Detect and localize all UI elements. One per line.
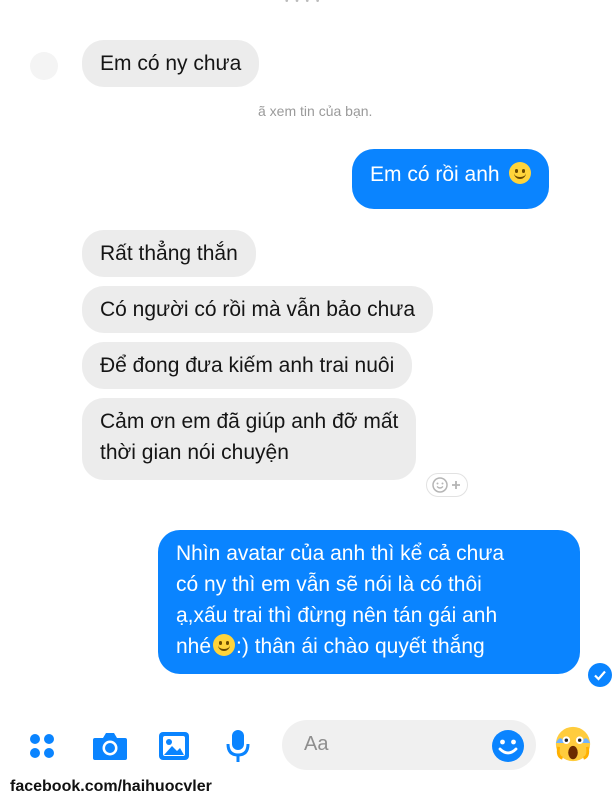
scream-emoji-icon[interactable] [553,724,593,764]
delivered-check-icon [588,663,612,687]
message-text: Để đong đưa kiếm anh trai nuôi [100,354,395,377]
message-text: Rất thẳng thắn [100,242,238,265]
seen-status: ã xem tin của bạn. [258,103,373,119]
message-incoming-5[interactable]: Cảm ơn em đã giúp anh đỡ mất thời gian n… [82,398,417,480]
message-text-line: thời gian nói chuyện [100,441,289,464]
message-incoming-2[interactable]: Rất thẳng thắn [82,230,256,277]
message-text-line: Nhìn avatar của anh thì kể cả chưa [176,542,505,565]
message-incoming-1[interactable]: Em có ny chưa [82,40,260,87]
emoji-icon[interactable] [488,726,528,766]
message-text: Em có rồi anh [370,163,500,186]
add-reaction-button[interactable] [426,473,468,497]
smile-emoji-icon [213,634,236,656]
message-input-placeholder: Aa [304,733,329,755]
message-text-line: ạ,xấu trai thì đừng nên tán gái anh [176,604,498,627]
text-segment: :) thân ái chào quyết thắng [236,635,485,658]
text-segment: nhé [176,635,212,658]
source-watermark: facebook.com/haihuocvler [10,778,212,795]
smile-emoji-icon [509,162,532,184]
image-icon[interactable] [154,726,194,766]
menu-dots-icon[interactable] [22,726,62,766]
message-text-line: nhé :) thân ái chào quyết thắng [176,631,562,662]
message-incoming-3[interactable]: Có người có rồi mà vẫn bảo chưa [82,286,434,333]
message-incoming-4[interactable]: Để đong đưa kiếm anh trai nuôi [82,342,413,389]
add-reaction-icon [432,477,460,493]
top-handle: • • • • [285,0,322,7]
sender-avatar [30,52,58,80]
message-text-line: có ny thì em vẫn sẽ nói là có thôi [176,573,482,596]
message-outgoing-2[interactable]: Nhìn avatar của anh thì kể cả chưa có ny… [158,530,580,674]
message-text-line: Cảm ơn em đã giúp anh đỡ mất [100,410,399,433]
message-text: Có người có rồi mà vẫn bảo chưa [100,298,416,321]
camera-icon[interactable] [90,726,130,766]
message-text: Em có ny chưa [100,52,242,75]
message-outgoing-1[interactable]: Em có rồi anh [352,149,550,209]
microphone-icon[interactable] [218,726,258,766]
